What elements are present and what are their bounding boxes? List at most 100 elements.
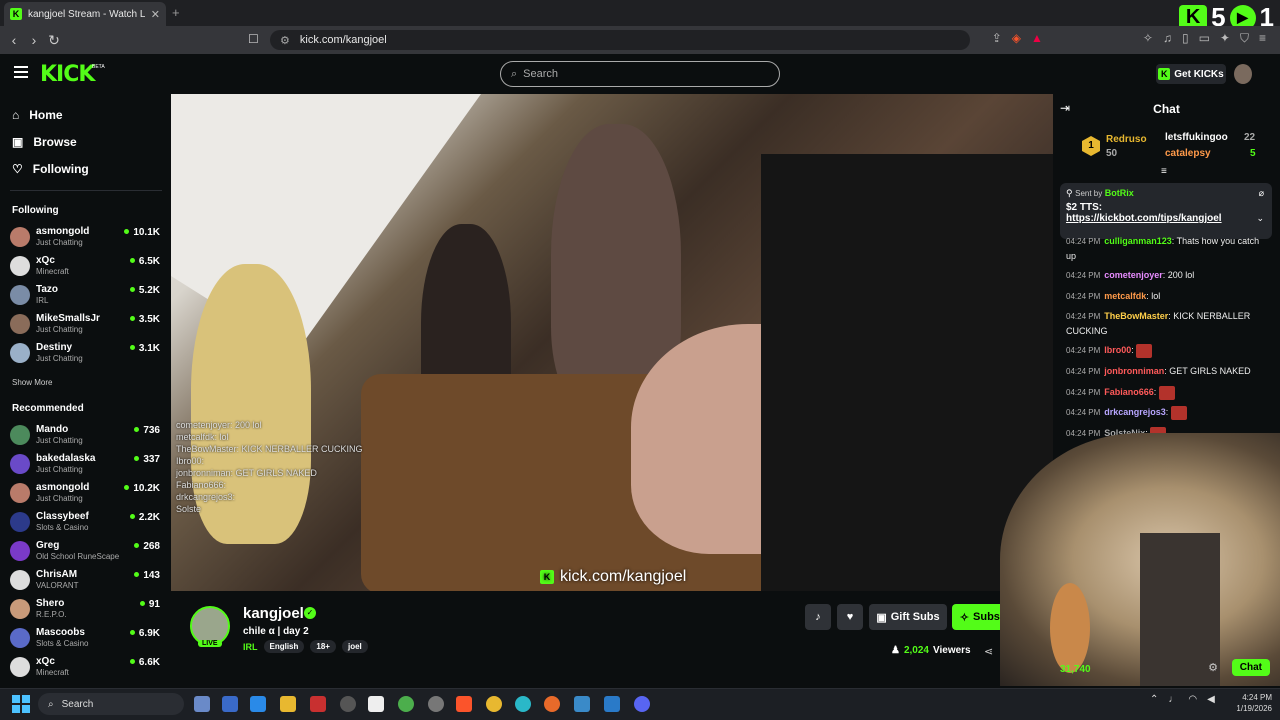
message-user[interactable]: cometenjoyer (1104, 270, 1163, 280)
app-icon[interactable] (310, 696, 326, 712)
chat-message[interactable]: 04:24 PM jonbronniman: GET GIRLS NAKED (1066, 364, 1266, 379)
menu-icon[interactable]: ≡ (1259, 31, 1266, 46)
clock[interactable]: 4:24 PM 1/19/2026 (1222, 692, 1272, 714)
leo-icon[interactable]: ✦ (1220, 31, 1230, 46)
forward-icon[interactable]: › (24, 32, 44, 48)
windows-start-icon[interactable] (12, 695, 30, 713)
channel-row[interactable]: Mando Just Chatting 736 (10, 422, 160, 448)
share-icon[interactable]: ⇪ (992, 31, 1002, 46)
message-user[interactable]: Ibro00 (1104, 345, 1131, 355)
chevron-up-icon[interactable]: ⌃ (1150, 694, 1158, 705)
chrome-icon[interactable] (486, 696, 502, 712)
channel-row[interactable]: MikeSmallsJr Just Chatting 3.5K (10, 311, 160, 337)
nav-following[interactable]: ♡ Following (12, 162, 89, 176)
firefox-icon[interactable] (544, 696, 560, 712)
expand-leaderboard-icon[interactable]: ≡ (1161, 166, 1167, 177)
tag[interactable]: joel (341, 640, 368, 653)
show-more-link[interactable]: Show More (12, 378, 52, 387)
tag[interactable]: English (263, 640, 305, 653)
sidebar-icon[interactable]: ▯ (1182, 31, 1189, 46)
new-tab-button[interactable]: + (172, 5, 180, 20)
vscode-icon[interactable] (604, 696, 620, 712)
channel-row[interactable]: xQc Minecraft 6.6K (10, 654, 160, 680)
send-chat-button[interactable]: Chat (1231, 659, 1270, 676)
message-user[interactable]: drkcangrejos3 (1104, 407, 1166, 417)
chat-message[interactable]: 04:24 PM metcalfdk: lol (1066, 289, 1266, 304)
extensions-icon[interactable]: ✧ (1143, 31, 1153, 46)
pinned-message[interactable]: ⚲ Sent by BotRix ⌀ $2 TTS: https://kickbo… (1060, 183, 1272, 239)
get-kicks-button[interactable]: K Get KICKs (1156, 64, 1226, 84)
channel-points[interactable]: 31,740 (1060, 664, 1091, 675)
share-icon[interactable]: ⋖ (984, 645, 993, 658)
chevron-down-icon[interactable]: ⌄ (1256, 213, 1264, 224)
message-user[interactable]: TheBowMaster (1104, 311, 1168, 321)
app-icon[interactable] (194, 696, 210, 712)
app-icon[interactable] (250, 696, 266, 712)
app-icon[interactable] (398, 696, 414, 712)
channel-row[interactable]: Greg Old School RuneScape 268 (10, 538, 160, 564)
chat-message[interactable]: 04:24 PM Ibro00: (1066, 343, 1266, 358)
chat-title: Chat (1153, 102, 1180, 116)
pinned-link[interactable]: https://kickbot.com/tips/kangjoel (1066, 213, 1266, 224)
url-field[interactable]: ⚙ kick.com/kangjoel (270, 30, 970, 50)
unpin-icon[interactable]: ⌀ (1259, 188, 1264, 199)
app-icon[interactable] (222, 696, 238, 712)
channel-row[interactable]: Shero R.E.P.O. 91 (10, 596, 160, 622)
chat-message[interactable]: 04:24 PM drkcangrejos3: (1066, 405, 1266, 420)
hamburger-menu-icon[interactable] (14, 66, 28, 78)
channel-row[interactable]: Tazo IRL 5.2K (10, 282, 160, 308)
browser-tab[interactable]: K kangjoel Stream - Watch Live ✕ (4, 2, 166, 26)
chat-message[interactable]: 04:24 PM Fabiano666: (1066, 385, 1266, 400)
file-explorer-icon[interactable] (280, 696, 296, 712)
chat-message[interactable]: 04:24 PM culliganman123: Thats how you ca… (1066, 234, 1266, 263)
notification-bell-button[interactable]: ♪ (805, 604, 831, 630)
channel-row[interactable]: ChrisAM VALORANT 143 (10, 567, 160, 593)
channel-row[interactable]: asmongold Just Chatting 10.1K (10, 224, 160, 250)
vpn-icon[interactable]: ⛉ (1240, 31, 1249, 46)
app-icon[interactable] (574, 696, 590, 712)
media-icon[interactable]: ♫ (1163, 31, 1172, 46)
chat-message[interactable]: 04:24 PM cometenjoyer: 200 lol (1066, 268, 1266, 283)
search-input[interactable]: ⌕ Search (500, 61, 780, 87)
app-icon[interactable] (368, 696, 384, 712)
channel-row[interactable]: asmongold Just Chatting 10.2K (10, 480, 160, 506)
gift-subs-button[interactable]: ▣ Gift Subs (869, 604, 947, 630)
rewards-icon[interactable]: ▲ (1031, 31, 1043, 46)
message-user[interactable]: jonbronniman (1104, 366, 1164, 376)
site-info-icon[interactable]: ⚙ (280, 34, 290, 47)
channel-row[interactable]: bakedalaska Just Chatting 337 (10, 451, 160, 477)
channel-avatar (10, 657, 30, 677)
back-icon[interactable]: ‹ (4, 32, 24, 48)
channel-row[interactable]: Mascoobs Slots & Casino 6.9K (10, 625, 160, 651)
user-avatar[interactable] (1234, 64, 1252, 84)
message-user[interactable]: culliganman123 (1104, 236, 1172, 246)
edge-icon[interactable] (515, 696, 531, 712)
message-user[interactable]: metcalfdk (1104, 291, 1146, 301)
microphone-icon[interactable]: ♩ (1168, 694, 1178, 705)
discord-icon[interactable] (634, 696, 650, 712)
kick-logo[interactable]: KICK (40, 62, 95, 87)
category-link[interactable]: IRL (243, 642, 258, 652)
channel-row[interactable]: xQc Minecraft 6.5K (10, 253, 160, 279)
follow-button[interactable]: ♥ (837, 604, 863, 630)
message-user[interactable]: Fabiano666 (1104, 387, 1154, 397)
chat-settings-icon[interactable]: ⚙ (1208, 661, 1218, 674)
close-tab-icon[interactable]: ✕ (151, 8, 160, 21)
brave-shield-icon[interactable]: ◈ (1012, 31, 1021, 46)
chat-message[interactable]: 04:24 PM TheBowMaster: KICK NERBALLER CUC… (1066, 309, 1266, 338)
wallet-icon[interactable]: ▭ (1199, 31, 1210, 46)
tag[interactable]: 18+ (310, 640, 336, 653)
reload-icon[interactable]: ↻ (44, 32, 64, 49)
taskbar-search[interactable]: ⌕ Search (38, 693, 184, 715)
brave-icon[interactable] (456, 696, 472, 712)
app-icon[interactable] (340, 696, 356, 712)
wifi-icon[interactable]: ◠ (1188, 694, 1197, 705)
volume-icon[interactable]: ◀ (1207, 694, 1215, 705)
bookmark-icon[interactable]: ☐ (248, 32, 259, 46)
app-icon[interactable] (428, 696, 444, 712)
nav-home[interactable]: ⌂ Home (12, 108, 63, 122)
channel-row[interactable]: Classybeef Slots & Casino 2.2K (10, 509, 160, 535)
nav-browse[interactable]: ▣ Browse (12, 135, 77, 149)
channel-name[interactable]: kangjoel (243, 605, 304, 622)
channel-row[interactable]: Destiny Just Chatting 3.1K (10, 340, 160, 366)
